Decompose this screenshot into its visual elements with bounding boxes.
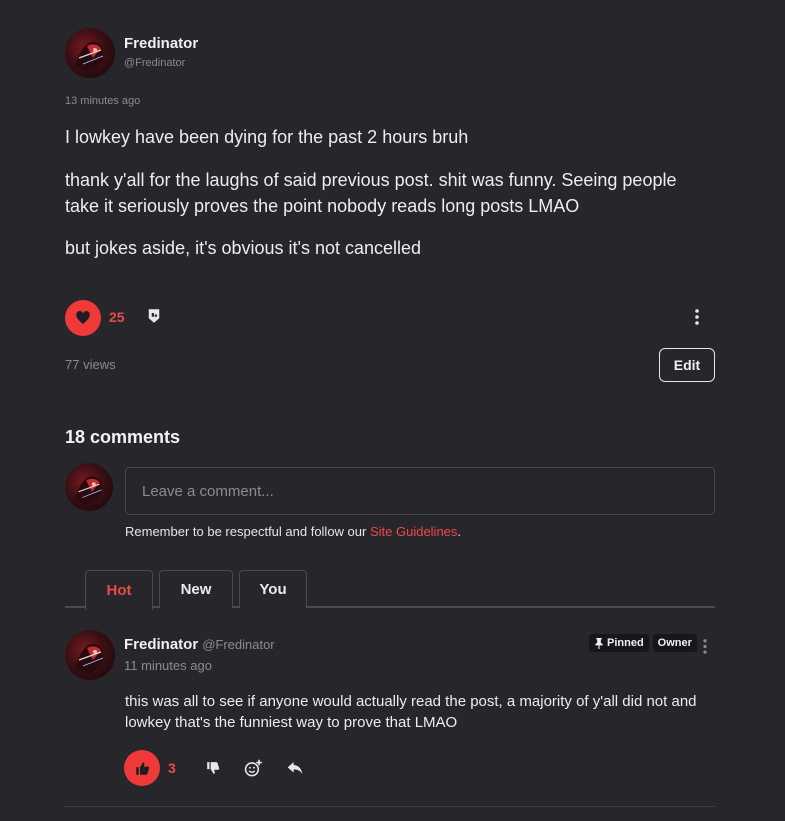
pin-icon bbox=[595, 637, 603, 649]
pinned-badge: Pinned bbox=[589, 634, 649, 652]
post-more-button[interactable] bbox=[688, 306, 706, 328]
reply-button[interactable] bbox=[285, 758, 305, 778]
owner-badge: Owner bbox=[652, 634, 697, 652]
comments-heading: 18 comments bbox=[65, 427, 181, 447]
award-button[interactable] bbox=[144, 306, 164, 326]
tab-hot[interactable]: Hot bbox=[85, 570, 153, 610]
comment-divider bbox=[65, 806, 715, 807]
comment-text: this was all to see if anyone would actu… bbox=[125, 693, 697, 731]
add-reaction-button[interactable] bbox=[242, 757, 264, 779]
guidelines-suffix: . bbox=[457, 524, 462, 539]
comment-input[interactable] bbox=[125, 467, 715, 515]
post-paragraph-1: I lowkey have been dying for the past 2 … bbox=[65, 127, 469, 147]
comment-downvote-button[interactable] bbox=[203, 758, 223, 778]
comment-author-name[interactable]: Fredinator bbox=[124, 636, 198, 653]
post-like-button[interactable] bbox=[65, 300, 101, 336]
guidelines-note: Remember to be respectful and follow our… bbox=[125, 524, 461, 539]
comment-upvote-button[interactable] bbox=[124, 750, 160, 786]
post-views: 77 views bbox=[65, 357, 116, 372]
post-author-name[interactable]: Fredinator bbox=[124, 35, 198, 52]
post-author-avatar[interactable] bbox=[65, 28, 115, 78]
reply-icon bbox=[287, 762, 303, 774]
post-paragraph-2: thank y'all for the laughs of said previ… bbox=[65, 170, 677, 216]
comment-author-line: Fredinator @Fredinator bbox=[124, 636, 275, 653]
pinned-label: Pinned bbox=[607, 637, 644, 649]
post-author-handle[interactable]: @Fredinator bbox=[124, 57, 185, 69]
comment-author-handle[interactable]: @Fredinator bbox=[202, 637, 274, 652]
tab-new[interactable]: New bbox=[159, 570, 233, 608]
post-paragraph-3: but jokes aside, it's obvious it's not c… bbox=[65, 238, 422, 258]
comment-timestamp: 11 minutes ago bbox=[124, 658, 212, 673]
post-like-count: 25 bbox=[109, 309, 125, 325]
owner-label: Owner bbox=[657, 637, 692, 649]
current-user-avatar bbox=[65, 463, 113, 511]
add-reaction-icon bbox=[244, 759, 262, 776]
thumbs-down-icon bbox=[207, 762, 220, 774]
comment-more-button[interactable] bbox=[699, 637, 711, 655]
thumbs-up-icon bbox=[135, 761, 149, 775]
edit-button[interactable]: Edit bbox=[659, 348, 715, 382]
comment-like-count: 3 bbox=[168, 760, 176, 776]
comment-badges: Pinned Owner bbox=[589, 634, 697, 652]
post-timestamp: 13 minutes ago bbox=[65, 95, 141, 107]
guidelines-prefix: Remember to be respectful and follow our bbox=[125, 524, 370, 539]
more-vertical-icon bbox=[695, 309, 699, 325]
comment-author-avatar[interactable] bbox=[65, 630, 115, 680]
award-icon bbox=[148, 309, 160, 323]
tab-you[interactable]: You bbox=[239, 570, 307, 608]
more-vertical-icon bbox=[703, 638, 707, 654]
heart-icon bbox=[76, 311, 90, 324]
site-guidelines-link[interactable]: Site Guidelines bbox=[370, 524, 457, 539]
